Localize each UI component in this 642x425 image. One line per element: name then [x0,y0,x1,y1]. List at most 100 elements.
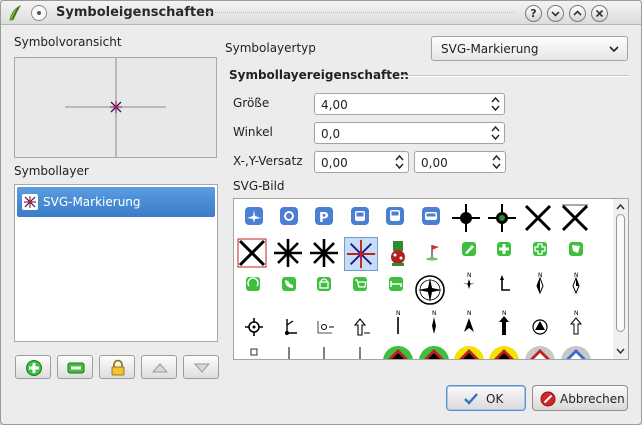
help-button[interactable]: ? [525,5,542,22]
first-aid-icon[interactable] [524,233,556,265]
maximize-button[interactable] [569,5,586,22]
phone-icon[interactable] [273,268,305,300]
triangle-up-icon [151,363,169,373]
diamond-blue-icon[interactable] [560,345,592,360]
remove-layer-button[interactable] [57,355,93,379]
plus-icon [26,360,42,376]
angle-label: Winkel [233,125,273,139]
preview-label: Symbolvoransicht [14,35,122,49]
windrose-icon[interactable]: N [453,268,485,300]
cancel-button[interactable]: Abbrechen [532,385,628,411]
chevron-down-icon [551,11,560,17]
svg-text:N: N [502,310,507,317]
target-arrow-icon[interactable] [308,311,340,343]
minus-icon [67,362,85,374]
parking-icon[interactable]: P [308,202,340,234]
chevron-up-icon[interactable] [613,201,628,213]
add-layer-button[interactable] [15,355,51,379]
x-marker-icon[interactable] [522,202,554,234]
diamond-gray-icon[interactable] [524,345,556,360]
flag-icon[interactable] [418,237,450,269]
group-divider [399,75,629,77]
scrollbar-thumb[interactable] [616,214,625,332]
sticky-pin-icon[interactable] [31,5,47,21]
checkmark-icon [464,393,478,405]
title-divider [204,12,514,13]
x-square-marker-icon[interactable] [559,202,591,234]
train-icon[interactable] [415,202,447,234]
asterisk-selected-icon[interactable] [344,237,378,271]
spin-arrows-icon[interactable] [492,153,501,171]
edit-poi-icon[interactable] [453,233,485,265]
spin-arrows-icon[interactable] [491,95,500,113]
north-bold-arrow-icon[interactable]: N [488,306,520,338]
small-north-dot-icon[interactable] [344,345,376,360]
offset-y-value: 0,00 [421,156,448,170]
chevron-down-icon [609,46,619,53]
lock-layer-button[interactable] [99,355,135,379]
asterisk-icon-2[interactable] [308,237,340,269]
cancel-icon [540,391,556,407]
close-icon [595,9,604,18]
axes-arrow-icon[interactable] [273,311,305,343]
angle-spinbox[interactable]: 0,0 [314,122,505,144]
small-north-line-icon-2[interactable] [308,345,340,360]
layer-type-select[interactable]: SVG-Markierung [431,36,628,61]
compass-rose-icon[interactable] [414,274,446,306]
title-bar: Symboleigenschaften ? [1,1,641,25]
small-north-line-icon[interactable] [273,345,305,360]
pharmacy-icon[interactable] [273,202,305,234]
move-down-button[interactable] [183,355,219,379]
spin-arrows-icon[interactable] [395,153,404,171]
size-value: 4,00 [321,98,348,112]
svg-text:N: N [467,272,472,279]
chevron-up-icon [573,10,582,16]
offset-x-spinbox[interactable]: 0,00 [314,151,409,173]
ok-label: OK [486,392,504,406]
diamond-yellow-icon[interactable] [453,345,485,360]
offset-y-spinbox[interactable]: 0,00 [414,151,506,173]
symbol-preview [14,57,217,158]
north-star-icon[interactable]: N [524,268,556,300]
spin-arrows-icon[interactable] [491,124,500,142]
x-box-icon[interactable] [236,237,268,269]
hazard-icon[interactable] [382,237,414,269]
triangle-down-icon [193,363,211,373]
chevron-down-icon[interactable] [613,345,628,357]
cross-circle-dot-icon[interactable] [486,202,518,234]
map-poi-icon[interactable] [560,233,592,265]
size-spinbox[interactable]: 4,00 [314,93,505,115]
lock-icon [111,359,125,376]
app-logo-icon [9,5,22,21]
move-up-button[interactable] [141,355,177,379]
cart-icon[interactable] [344,268,376,300]
diamond-yellow-icon-2[interactable] [488,345,520,360]
cross-circles-icon[interactable] [450,202,482,234]
crosshair-circle-icon[interactable] [238,311,270,343]
north-wedge-icon[interactable]: N [453,306,485,338]
asterisk-icon[interactable] [272,237,304,269]
north-circle-icon[interactable] [524,311,556,343]
bus-icon[interactable] [344,202,376,234]
preview-crosshair-icon [65,58,166,157]
recycle-icon[interactable] [237,268,269,300]
north-arrow-l-icon[interactable] [488,268,520,300]
plus-poi-icon[interactable] [488,233,520,265]
north-needle-icon[interactable]: N [418,306,450,338]
north-line-icon[interactable]: N [382,306,414,338]
north-star-icon-2[interactable]: N [560,268,592,300]
small-north-icon[interactable] [238,345,270,360]
upload-arrow-icon[interactable] [344,311,376,343]
north-outline-arrow-icon[interactable]: N [560,306,592,338]
ok-button[interactable]: OK [446,385,526,411]
minimize-button[interactable] [547,5,564,22]
airport-icon[interactable] [238,202,270,234]
layer-item-svg-marker[interactable]: SVG-Markierung [17,187,215,217]
shopping-icon[interactable] [308,268,340,300]
svg-grid-scrollbar[interactable] [613,199,628,359]
tram-icon[interactable] [379,202,411,234]
diamond-green-icon-2[interactable] [418,345,450,360]
diamond-green-icon[interactable] [382,345,414,360]
close-button[interactable] [591,5,608,22]
bed-icon[interactable] [380,268,412,300]
